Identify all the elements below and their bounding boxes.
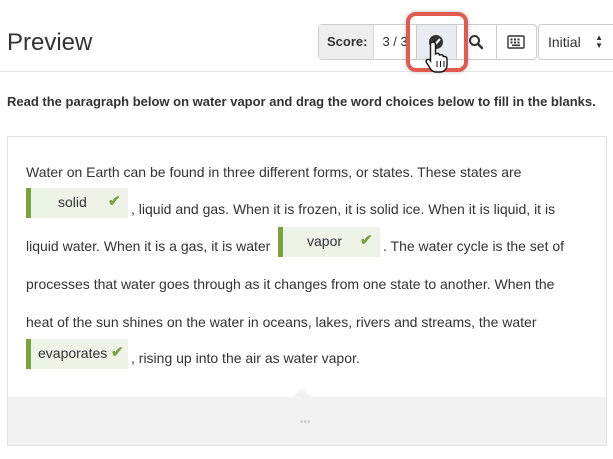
search-icon [469, 35, 484, 50]
word-bank-notch [292, 388, 312, 398]
paragraph-line: heat of the sun shines on the water in o… [26, 314, 537, 330]
paragraph-card: Water on Earth can be found in three dif… [7, 136, 607, 446]
check-icon: ✔ [360, 232, 373, 249]
drag-handle-icon[interactable]: ••• [300, 417, 311, 428]
page-title: Preview [7, 29, 93, 56]
blank-word: vapor [307, 233, 343, 249]
keyboard-icon [507, 35, 525, 49]
blank-drop-zone-solid[interactable]: solid ✔ [26, 188, 128, 218]
score-label: Score: [319, 25, 375, 59]
paragraph-line: . The water cycle is the set of [383, 238, 565, 254]
state-select-value: Initial [548, 34, 581, 50]
paragraph-line: liquid water. When it is a gas, it is wa… [26, 238, 271, 254]
word-bank-area: ••• [8, 388, 606, 445]
blank-drop-zone-evaporates[interactable]: evaporates ✔ [26, 339, 128, 369]
paragraph-line: Water on Earth can be found in three dif… [26, 164, 522, 180]
hand-cursor-icon [425, 41, 448, 73]
paragraph-line: processes that water goes through as it … [26, 276, 555, 292]
score-display: Score: 3 / 3 [318, 24, 417, 60]
select-arrows-icon: ▲ ▼ [595, 33, 603, 50]
blank-drop-zone-vapor[interactable]: vapor ✔ [278, 227, 380, 257]
check-icon: ✔ [108, 193, 121, 210]
blank-word: solid [58, 194, 87, 210]
paragraph-line: , rising up into the air as water vapor. [131, 350, 360, 366]
question-instruction: Read the paragraph below on water vapor … [7, 94, 596, 109]
check-icon: ✔ [111, 344, 124, 361]
keyboard-button[interactable] [496, 24, 537, 60]
blank-word: evaporates [38, 345, 108, 361]
paragraph-line: , liquid and gas. When it is frozen, it … [131, 201, 556, 217]
state-select[interactable]: Initial ▲ ▼ [538, 24, 613, 60]
